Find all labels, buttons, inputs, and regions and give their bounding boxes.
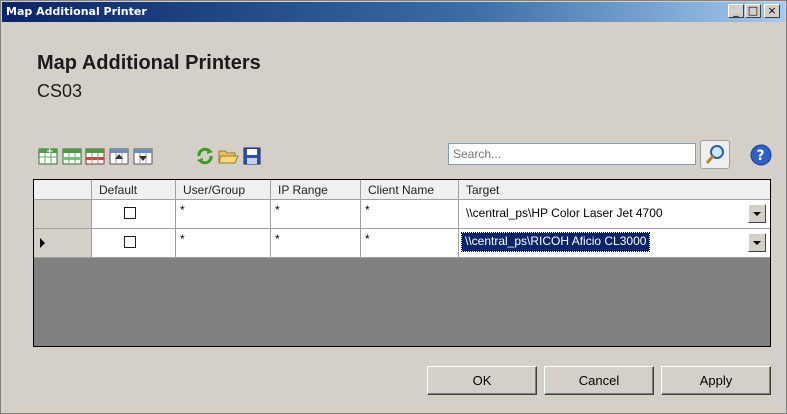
default-checkbox[interactable] [124,236,136,248]
target-dropdown-button[interactable] [748,204,766,223]
target-value-selected[interactable]: \\central_ps\RICOH Aficio CL3000 [460,232,651,252]
add-row-icon[interactable]: + [37,145,59,167]
current-row-indicator-icon [40,238,45,248]
client-name-value: * [365,232,370,246]
client-name-value: * [365,203,370,217]
map-additional-printer-window: Map Additional Printer _ □ × Map Additio… [0,0,787,414]
ok-button[interactable]: OK [427,366,537,395]
window-title: Map Additional Printer [6,5,147,18]
column-header-ip-range[interactable]: IP Range [271,180,361,200]
help-button[interactable]: ? [748,142,774,168]
row-header-corner [34,180,92,200]
delete-row-icon[interactable] [84,145,106,167]
open-folder-icon[interactable] [217,145,239,167]
add-row-copy-icon[interactable] [61,145,83,167]
printer-mapping-grid[interactable]: Default User/Group IP Range Client Name … [33,179,771,347]
column-header-default[interactable]: Default [92,180,176,200]
move-down-icon[interactable] [132,145,154,167]
svg-text:?: ? [757,148,765,164]
table-row[interactable]: * * * \\central_ps\HP Color Laser Jet 47… [34,200,770,229]
svg-text:+: + [46,147,54,157]
search-input[interactable] [448,143,696,165]
title-bar[interactable]: Map Additional Printer _ □ × [2,2,785,22]
column-header-target[interactable]: Target [459,180,770,200]
page-title: Map Additional Printers [37,52,261,74]
search-icon [705,145,724,164]
maximize-button[interactable]: □ [745,4,761,18]
ip-range-cell[interactable]: * [271,200,361,229]
minimize-button[interactable]: _ [728,4,744,18]
target-dropdown-button[interactable] [748,233,766,252]
apply-button[interactable]: Apply [661,366,771,395]
column-header-client-name[interactable]: Client Name [361,180,459,200]
row-header[interactable] [34,200,92,229]
target-cell[interactable]: \\central_ps\RICOH Aficio CL3000 [459,229,770,258]
cancel-button[interactable]: Cancel [544,366,654,395]
user-group-cell[interactable]: * [176,200,271,229]
search-button[interactable] [700,140,730,169]
ip-range-value: * [275,203,280,217]
user-group-cell[interactable]: * [176,229,271,258]
default-cell[interactable] [92,229,176,258]
default-checkbox[interactable] [124,207,136,219]
client-name-cell[interactable]: * [361,229,459,258]
refresh-icon[interactable] [194,145,216,167]
save-icon[interactable] [241,145,263,167]
help-icon: ? [750,144,772,166]
move-up-icon[interactable] [108,145,130,167]
default-cell[interactable] [92,200,176,229]
row-header[interactable] [34,229,92,258]
user-group-value: * [180,232,185,246]
column-header-user-group[interactable]: User/Group [176,180,271,200]
table-row[interactable]: * * * \\central_ps\RICOH Aficio CL3000 [34,229,770,258]
ip-range-cell[interactable]: * [271,229,361,258]
page-subtitle: CS03 [37,81,83,101]
target-cell[interactable]: \\central_ps\HP Color Laser Jet 4700 [459,200,770,229]
ip-range-value: * [275,232,280,246]
close-button[interactable]: × [764,4,780,18]
client-name-cell[interactable]: * [361,200,459,229]
target-value: \\central_ps\HP Color Laser Jet 4700 [466,206,663,220]
user-group-value: * [180,203,185,217]
grid-header-row: Default User/Group IP Range Client Name … [34,180,770,200]
